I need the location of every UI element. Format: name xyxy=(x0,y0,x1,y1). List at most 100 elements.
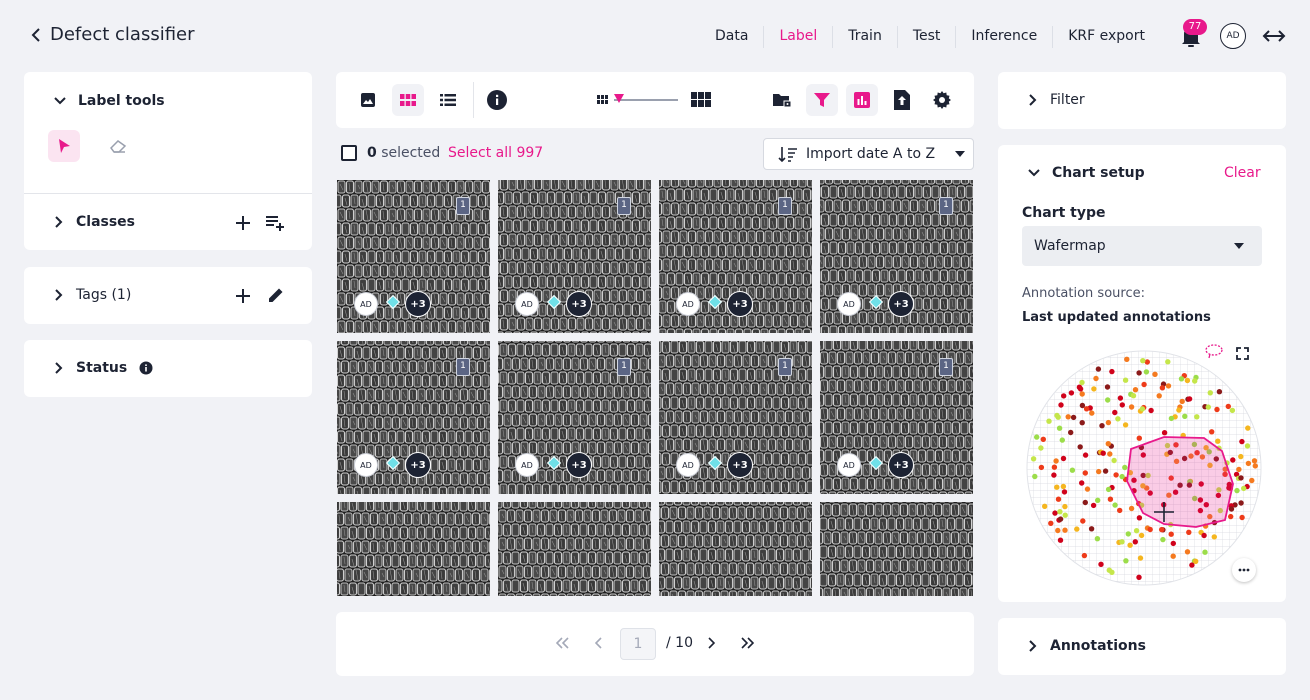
image-tile[interactable]: 1 AD +3 xyxy=(337,341,490,494)
single-view-button[interactable] xyxy=(352,84,384,116)
filter-icon xyxy=(814,93,830,107)
wafer-die-point xyxy=(1207,390,1213,396)
nav-data[interactable]: Data xyxy=(700,26,763,48)
more-horizontal-icon xyxy=(1238,568,1250,572)
chevron-down-icon xyxy=(54,97,66,105)
image-tile[interactable]: 1 AD +3 xyxy=(659,341,812,494)
filter-button[interactable] xyxy=(806,84,838,116)
eraser-icon xyxy=(110,140,127,153)
add-tag-button[interactable] xyxy=(235,288,251,304)
wafermap-chart[interactable] xyxy=(1026,350,1262,586)
annotations-header[interactable]: Annotations xyxy=(1028,638,1146,654)
nav-krf-export[interactable]: KRF export xyxy=(1052,26,1160,48)
wafer-die-point xyxy=(1079,420,1085,426)
wafer-die-point xyxy=(1132,387,1139,393)
wafer-die-point xyxy=(1128,505,1135,512)
last-page-button[interactable] xyxy=(740,637,754,649)
tags-header[interactable]: Tags (1) xyxy=(54,287,131,303)
chart-button[interactable] xyxy=(846,84,878,116)
wafer-die-point xyxy=(1161,430,1168,436)
defect-image xyxy=(659,502,812,596)
export-button[interactable] xyxy=(886,84,918,116)
nav-inference[interactable]: Inference xyxy=(955,26,1052,48)
wafer-die-point xyxy=(1160,536,1166,543)
sort-dropdown[interactable]: Import date A to Z xyxy=(763,138,974,170)
page-title: Defect classifier xyxy=(50,24,195,45)
small-grid-icon xyxy=(597,95,608,104)
fullscreen-icon[interactable] xyxy=(1236,347,1249,360)
image-tile[interactable] xyxy=(498,502,651,596)
wafer-die-point xyxy=(1115,416,1121,422)
more-annotations-badge: +3 xyxy=(888,452,914,478)
status-header[interactable]: Status xyxy=(54,360,153,376)
label-tools-header[interactable]: Label tools xyxy=(54,93,165,109)
chart-type-select[interactable]: Wafermap xyxy=(1022,226,1262,266)
wafer-die-point xyxy=(1105,397,1111,403)
wafer-die-point xyxy=(1202,549,1208,555)
lasso-icon[interactable] xyxy=(1204,344,1224,360)
more-annotations-badge: +3 xyxy=(405,291,431,317)
annotator-avatar: AD xyxy=(676,292,700,316)
image-tile[interactable] xyxy=(820,502,973,596)
folder-lock-button[interactable] xyxy=(766,84,798,116)
expand-horizontal-icon[interactable] xyxy=(1262,27,1286,45)
more-options-button[interactable] xyxy=(1232,558,1256,582)
annotations-title: Annotations xyxy=(1050,638,1146,654)
wafer-die-point xyxy=(1069,467,1076,473)
info-button[interactable] xyxy=(481,84,513,116)
wafer-die-point xyxy=(1105,486,1112,493)
label-tools-title: Label tools xyxy=(78,93,165,109)
image-tile[interactable] xyxy=(659,502,812,596)
add-class-button[interactable] xyxy=(235,215,251,231)
image-tile[interactable]: 1 AD +3 xyxy=(820,180,973,333)
annotator-avatar: AD xyxy=(515,292,539,316)
settings-button[interactable] xyxy=(926,84,958,116)
image-tile[interactable]: 1 AD +3 xyxy=(498,180,651,333)
eraser-tool-button[interactable] xyxy=(102,130,134,162)
prev-page-button[interactable] xyxy=(595,637,603,649)
image-tile[interactable] xyxy=(337,502,490,596)
wafer-die-point xyxy=(1127,542,1133,548)
wafer-die-point xyxy=(1239,514,1245,521)
next-page-button[interactable] xyxy=(707,637,715,649)
nav-label[interactable]: Label xyxy=(763,26,832,48)
page-input[interactable]: 1 xyxy=(620,628,656,660)
wafer-die-point xyxy=(1068,390,1075,396)
bookmark-flag-icon: 1 xyxy=(939,358,953,376)
wafer-die-point xyxy=(1094,536,1101,542)
chart-setup-header[interactable]: Chart setup xyxy=(1028,165,1145,181)
filter-header[interactable]: Filter xyxy=(1028,92,1085,108)
wafer-die-point xyxy=(1176,407,1182,413)
annotator-avatar: AD xyxy=(515,453,539,477)
image-tile[interactable]: 1 AD +3 xyxy=(820,341,973,494)
filter-card: Filter xyxy=(998,72,1286,129)
wafer-die-point xyxy=(1209,429,1215,435)
nav-train[interactable]: Train xyxy=(832,26,897,48)
wafer-die-point xyxy=(1230,457,1236,463)
zoom-slider-handle[interactable] xyxy=(614,94,624,104)
defect-image xyxy=(498,502,651,596)
wafer-die-point xyxy=(1048,520,1054,526)
image-tile[interactable]: 1 AD +3 xyxy=(659,180,812,333)
wafer-die-point xyxy=(1104,384,1111,390)
image-tile[interactable]: 1 AD +3 xyxy=(337,180,490,333)
grid-view-button[interactable] xyxy=(392,84,424,116)
list-view-button[interactable] xyxy=(432,84,464,116)
defect-image xyxy=(820,502,973,596)
image-tile[interactable]: 1 AD +3 xyxy=(498,341,651,494)
select-tool-button[interactable] xyxy=(48,130,80,162)
selected-label: selected xyxy=(381,145,441,161)
classes-header[interactable]: Classes xyxy=(54,214,135,230)
select-all-link[interactable]: Select all 997 xyxy=(448,145,543,161)
select-checkbox[interactable] xyxy=(341,145,357,161)
chevron-left-icon[interactable] xyxy=(30,27,42,43)
wafer-die-point xyxy=(1051,472,1057,478)
first-page-button[interactable] xyxy=(556,637,570,649)
class-list-button[interactable] xyxy=(265,214,285,232)
edit-tag-button[interactable] xyxy=(267,286,285,304)
nav-test[interactable]: Test xyxy=(896,26,956,48)
clear-button[interactable]: Clear xyxy=(1224,165,1261,181)
wafer-die-point xyxy=(1105,419,1112,426)
info-icon[interactable] xyxy=(139,361,153,375)
user-avatar[interactable]: AD xyxy=(1220,23,1246,49)
